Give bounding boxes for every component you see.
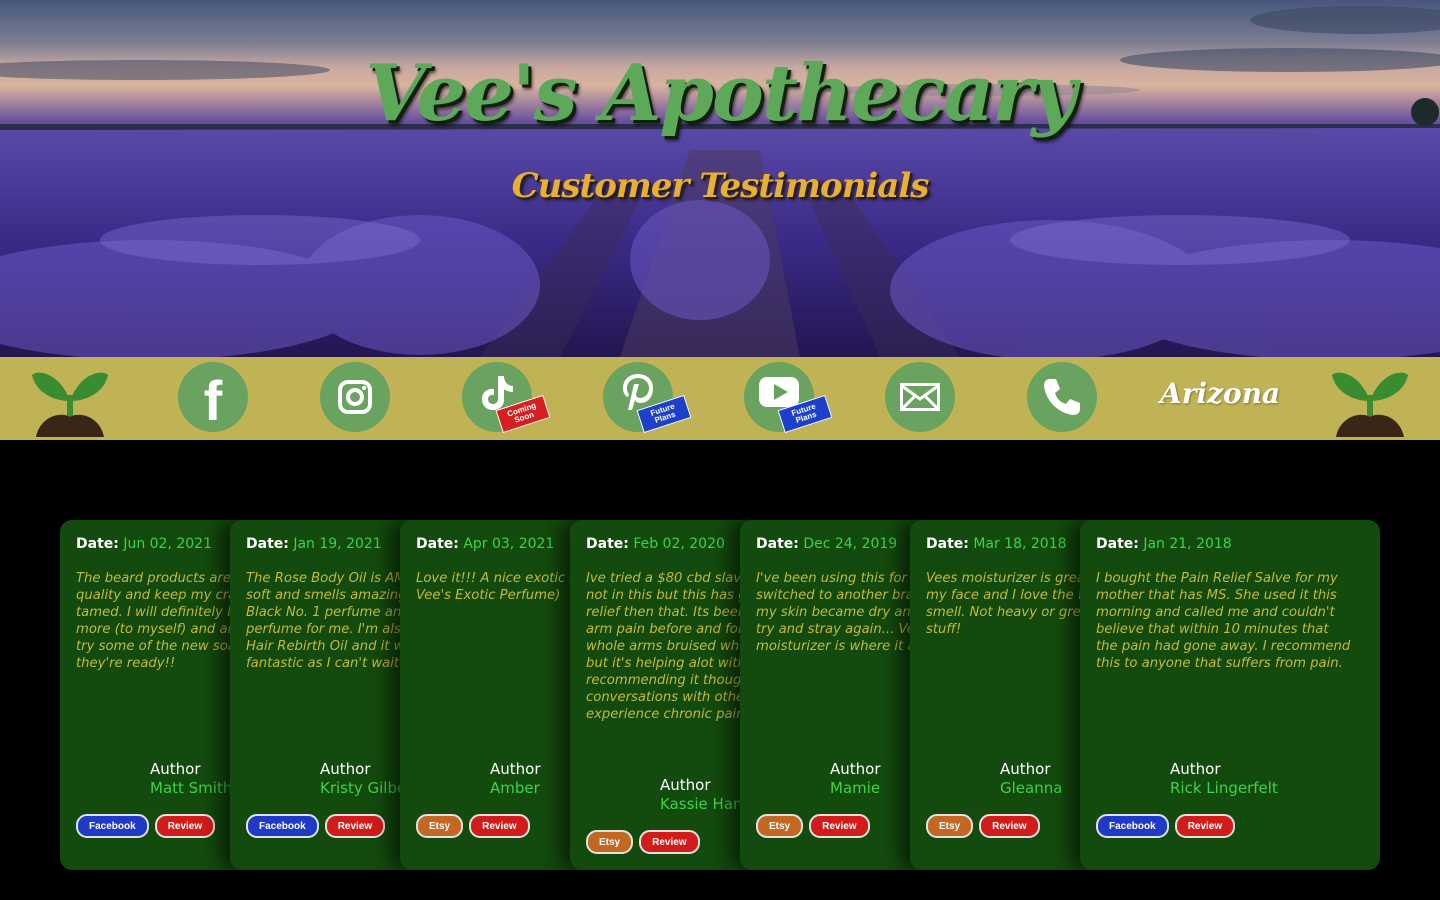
pinterest-link[interactable]: Future Plans (603, 362, 692, 434)
card-date: Date: Jan 19, 2021 (246, 536, 382, 552)
youtube-link[interactable]: Future Plans (744, 362, 833, 434)
card-date: Date: Dec 24, 2019 (756, 536, 898, 552)
card-author: Author Mamie (830, 760, 881, 797)
card-buttons: Etsy Review (926, 814, 1040, 838)
review-button[interactable]: Review (469, 814, 530, 838)
card-buttons: Etsy Review (416, 814, 530, 838)
review-button[interactable]: Review (639, 830, 700, 854)
instagram-link[interactable] (320, 362, 390, 432)
review-button[interactable]: Review (979, 814, 1040, 838)
card-date: Date: Mar 18, 2018 (926, 536, 1067, 552)
sprout-logo-icon (32, 372, 108, 437)
card-author: Author Matt Smith (150, 760, 233, 797)
review-button[interactable]: Review (154, 814, 216, 838)
card-buttons: Etsy Review (756, 814, 870, 838)
tiktok-link[interactable]: Coming Soon (462, 362, 551, 434)
facebook-icon: f (203, 369, 223, 432)
social-nav-bar: f Coming Soon Future Plans Future Plans (0, 357, 1440, 440)
facebook-button[interactable]: Facebook (76, 814, 149, 838)
card-date: Date: Feb 02, 2020 (586, 536, 725, 552)
etsy-button[interactable]: Etsy (756, 814, 804, 838)
card-date: Date: Jun 02, 2021 (76, 536, 212, 552)
youtube-icon (759, 377, 799, 407)
testimonial-card[interactable]: Date: Jan 21, 2018 I bought the Pain Rel… (1080, 520, 1380, 870)
review-button[interactable]: Review (809, 814, 870, 838)
etsy-button[interactable]: Etsy (416, 814, 464, 838)
card-buttons: Etsy Review (586, 830, 700, 854)
sprout-logo-icon (1332, 372, 1408, 437)
card-author: Author Gleanna (1000, 760, 1063, 797)
card-author: Author Rick Lingerfelt (1170, 760, 1278, 797)
etsy-button[interactable]: Etsy (586, 830, 634, 854)
card-buttons: Facebook Review (76, 814, 216, 838)
page-subtitle: Customer Testimonials (511, 166, 930, 206)
email-link[interactable] (885, 362, 955, 432)
testimonials-carousel: Date: Jun 02, 2021 The beard products ar… (0, 520, 1440, 870)
card-date: Date: Jan 21, 2018 (1096, 536, 1232, 552)
instagram-icon (338, 380, 372, 414)
card-author: Author Amber (490, 760, 541, 797)
card-date: Date: Apr 03, 2021 (416, 536, 555, 552)
site-title: Vee's Apothecary (365, 48, 1076, 139)
facebook-button[interactable]: Facebook (246, 814, 319, 838)
review-button[interactable]: Review (1174, 814, 1236, 838)
phone-link[interactable] (1027, 362, 1097, 432)
mail-icon (900, 383, 940, 411)
phone-icon (1044, 379, 1080, 415)
review-button[interactable]: Review (324, 814, 386, 838)
region-label: Arizona (1160, 377, 1281, 410)
facebook-link[interactable]: f (178, 362, 248, 432)
card-buttons: Facebook Review (246, 814, 386, 838)
testimonial-text: I bought the Pain Relief Salve for my mo… (1096, 571, 1351, 671)
facebook-button[interactable]: Facebook (1096, 814, 1169, 838)
hero-banner: Vee's Apothecary Customer Testimonials (0, 0, 1440, 357)
tiktok-icon (482, 376, 513, 410)
etsy-button[interactable]: Etsy (926, 814, 974, 838)
card-buttons: Facebook Review (1096, 814, 1236, 838)
